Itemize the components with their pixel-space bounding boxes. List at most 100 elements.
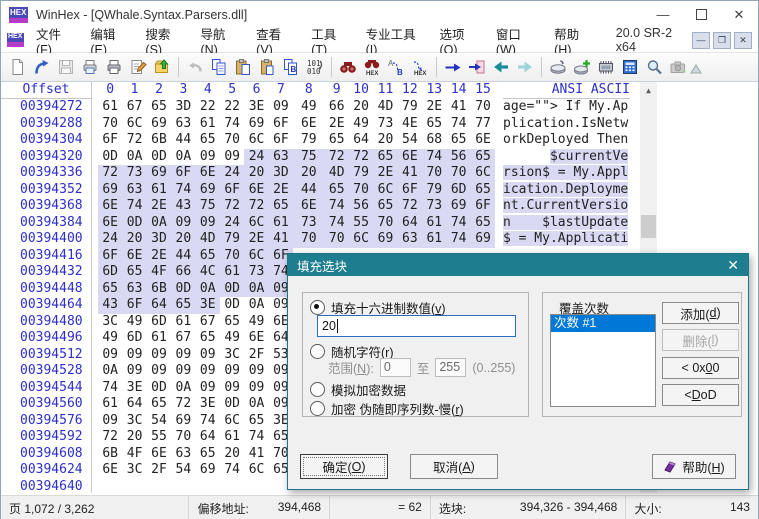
hex-byte[interactable]: 49 [244, 314, 268, 331]
screenshot-button[interactable] [666, 55, 690, 79]
hex-byte[interactable]: 6E [98, 462, 122, 479]
hex-byte[interactable]: 24 [219, 165, 245, 182]
hex-byte[interactable]: 65 [147, 99, 171, 116]
hex-byte[interactable]: 69 [147, 116, 171, 133]
hex-byte[interactable]: 64 [122, 396, 146, 413]
hex-byte[interactable]: 2E [422, 99, 446, 116]
hex-byte[interactable]: 72 [98, 429, 122, 446]
hex-byte[interactable]: 70 [219, 247, 245, 264]
hex-byte[interactable]: 72 [122, 132, 146, 149]
hex-byte[interactable]: 4F [122, 446, 146, 463]
hex-byte[interactable]: 6C [373, 181, 398, 198]
hex-byte[interactable]: 73 [373, 116, 397, 133]
hex-byte[interactable]: 2E [325, 116, 349, 133]
hex-byte[interactable]: 61 [422, 214, 447, 231]
hex-byte[interactable]: 63 [397, 231, 423, 248]
help-button[interactable]: 帮助(H) [652, 454, 736, 479]
copy-button[interactable] [207, 55, 231, 79]
hex-byte[interactable]: 6B [146, 280, 172, 297]
hex-byte[interactable]: 61 [98, 99, 122, 116]
hex-byte[interactable]: 65 [446, 132, 470, 149]
hex-byte[interactable]: 49 [220, 330, 244, 347]
open-file-button[interactable] [30, 55, 54, 79]
hex-byte[interactable]: 72 [219, 198, 245, 215]
hex-byte[interactable]: 65 [470, 181, 496, 198]
ascii-text[interactable]: plication.IsNetw [503, 116, 628, 133]
hex-byte[interactable]: 09 [196, 149, 220, 166]
hex-byte[interactable]: 2E [373, 165, 398, 182]
range-to-input[interactable]: 255 [435, 358, 467, 377]
hex-byte[interactable]: 2F [147, 462, 171, 479]
delete-button[interactable]: 删除(l) [662, 329, 739, 351]
hex-byte[interactable]: 49 [349, 116, 373, 133]
goto-page-button[interactable] [465, 55, 489, 79]
hex-byte[interactable]: 0A [244, 297, 268, 314]
hex-byte[interactable]: 72 [324, 148, 349, 165]
hex-byte[interactable]: 6D [98, 264, 123, 281]
hex-byte[interactable]: 3D [146, 231, 172, 248]
hex-byte[interactable]: 6E [122, 247, 147, 264]
hex-byte[interactable]: 44 [171, 132, 195, 149]
hex-byte[interactable]: 20 [293, 165, 325, 182]
hex-byte[interactable]: 61 [422, 231, 447, 248]
hex-byte[interactable]: 74 [446, 231, 471, 248]
hex-byte[interactable]: 69 [446, 198, 471, 215]
hex-byte[interactable]: 70 [348, 181, 374, 198]
convert-binary-button[interactable]: 101 010 [303, 55, 327, 79]
hex-byte[interactable]: 3E [195, 297, 220, 314]
hex-byte[interactable]: 4F [146, 264, 172, 281]
hex-byte[interactable]: 3E [122, 380, 146, 397]
hex-byte[interactable]: 09 [220, 380, 244, 397]
hex-byte[interactable]: 3C [122, 413, 146, 430]
hex-byte[interactable]: 09 [98, 413, 122, 430]
preset-0x00-button[interactable]: < 0x 0 0 [662, 357, 739, 379]
hex-byte[interactable]: 41 [397, 165, 423, 182]
hex-byte[interactable]: 72 [348, 148, 374, 165]
hex-byte[interactable]: 61 [196, 116, 220, 133]
hex-byte[interactable]: 20 [349, 99, 373, 116]
hex-byte[interactable]: 74 [98, 380, 122, 397]
hex-byte[interactable]: 65 [324, 181, 349, 198]
hex-byte[interactable]: 6E [293, 198, 325, 215]
hex-byte[interactable]: 4C [195, 264, 220, 281]
hex-byte[interactable]: 63 [171, 446, 195, 463]
range-from-input[interactable]: 0 [379, 358, 411, 377]
hex-byte[interactable]: 65 [98, 280, 123, 297]
hex-byte[interactable]: 09 [195, 214, 220, 231]
hex-byte[interactable]: 67 [171, 330, 195, 347]
hex-byte[interactable]: 3C [122, 462, 146, 479]
status-block[interactable]: 选块: 394,326 - 394,468 [431, 496, 627, 519]
hex-byte[interactable]: 65 [122, 264, 147, 281]
hex-byte[interactable]: 74 [220, 116, 244, 133]
hex-byte[interactable]: 6E [98, 214, 123, 231]
hex-byte[interactable]: 09 [122, 363, 146, 380]
hex-byte[interactable]: 44 [293, 181, 325, 198]
hex-byte[interactable]: 6E [98, 198, 123, 215]
hex-byte[interactable]: 69 [244, 116, 268, 133]
hex-byte[interactable]: 65 [470, 214, 496, 231]
hex-byte[interactable]: 09 [147, 347, 171, 364]
overwrite-listbox[interactable]: 次数 #1 [550, 314, 656, 407]
close-button[interactable]: ✕ [720, 2, 758, 28]
hex-byte[interactable]: 3E [196, 396, 220, 413]
scrollbar-thumb[interactable] [641, 215, 656, 238]
hex-byte[interactable]: 0D [147, 380, 171, 397]
undo-button[interactable] [183, 55, 207, 79]
hex-byte[interactable]: 77 [471, 116, 495, 133]
simulate-encrypted-radio[interactable]: 模拟加密数据 [310, 380, 406, 399]
hex-byte[interactable]: 4D [373, 99, 397, 116]
hex-byte[interactable]: 65 [171, 297, 196, 314]
hex-byte[interactable]: 74 [196, 413, 220, 430]
paste-write-button[interactable] [231, 55, 255, 79]
hex-byte[interactable]: 0A [171, 149, 195, 166]
hex-byte[interactable]: 0A [122, 149, 146, 166]
hex-byte[interactable]: 74 [422, 148, 447, 165]
hex-byte[interactable]: 2E [146, 247, 172, 264]
hex-byte[interactable]: 6F [171, 165, 196, 182]
hex-byte[interactable]: 6E [195, 165, 220, 182]
hex-byte[interactable]: 6F [269, 132, 293, 149]
hex-value-input[interactable]: 20 [317, 315, 516, 337]
hex-byte[interactable]: 69 [195, 181, 220, 198]
mdi-minimize-button[interactable]: — [692, 31, 710, 49]
hex-byte[interactable]: 44 [171, 247, 196, 264]
